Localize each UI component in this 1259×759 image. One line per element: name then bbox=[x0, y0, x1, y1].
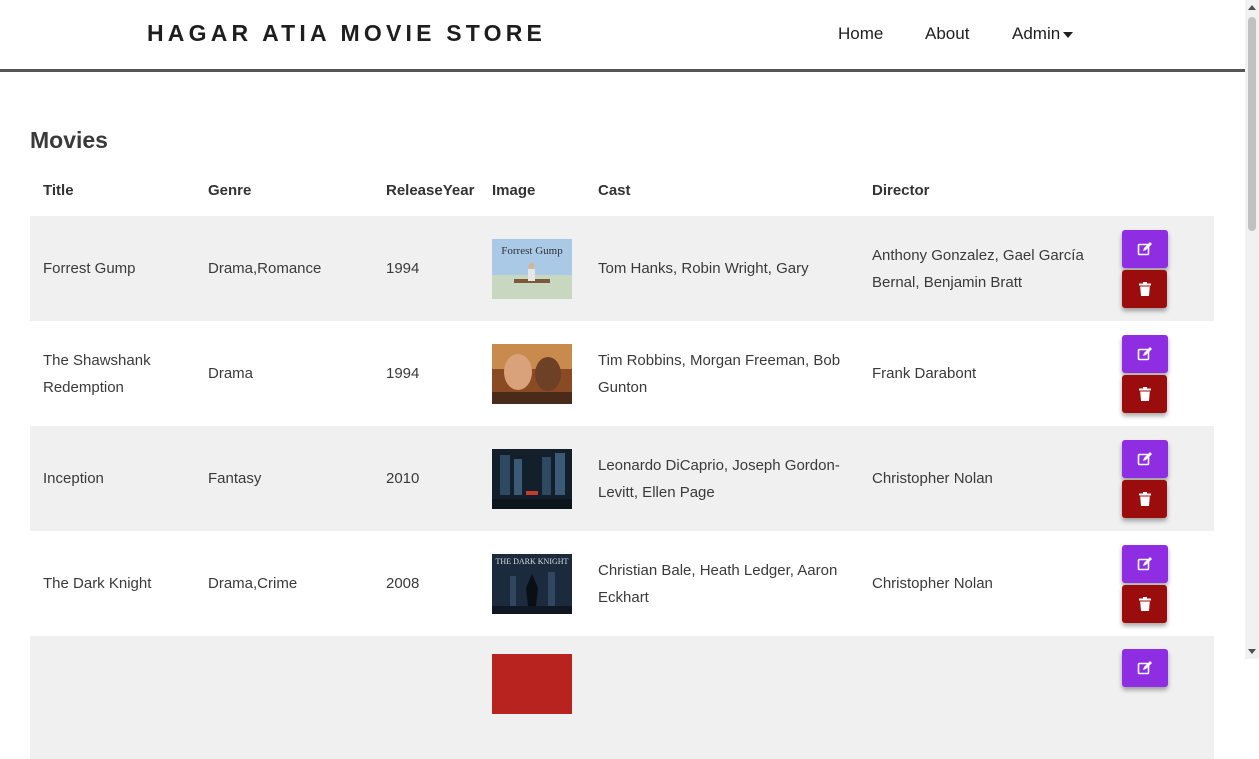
cell-title: Inception bbox=[30, 426, 195, 531]
edit-icon bbox=[1137, 241, 1152, 255]
cell-image bbox=[479, 426, 585, 531]
cell-title: The Dark Knight bbox=[43, 575, 152, 592]
table-row: Inception Fantasy 2010 Leonardo DiCaprio… bbox=[30, 426, 1214, 531]
navbar: HAGAR ATIA MOVIE STORE Home About Admin bbox=[0, 0, 1245, 72]
table-header-row: Title Genre ReleaseYear Image Cast Direc… bbox=[30, 164, 1214, 216]
movie-poster: THE DARK KNIGHT bbox=[492, 553, 572, 614]
scroll-up-arrow-icon[interactable] bbox=[1248, 5, 1256, 10]
edit-button[interactable] bbox=[1122, 439, 1168, 478]
table-row: Forrest Gump Drama,Romance 1994 Forrest … bbox=[30, 216, 1214, 321]
cell-cast bbox=[585, 636, 859, 759]
cell-title: The Shawshank Redemption bbox=[43, 351, 151, 396]
header-director: Director bbox=[872, 181, 930, 199]
trash-icon bbox=[1138, 281, 1151, 296]
cell-genre: Fantasy bbox=[195, 426, 373, 531]
movies-table: Title Genre ReleaseYear Image Cast Direc… bbox=[30, 164, 1214, 759]
movie-poster bbox=[492, 654, 572, 714]
cell-actions bbox=[1109, 531, 1214, 636]
scroll-down-arrow-icon[interactable] bbox=[1248, 649, 1256, 654]
trash-icon bbox=[1138, 596, 1151, 611]
edit-icon bbox=[1137, 451, 1152, 465]
edit-icon bbox=[1137, 661, 1152, 675]
nav-about-link[interactable]: About bbox=[925, 24, 969, 44]
cell-cast: Tom Hanks, Robin Wright, Gary bbox=[585, 216, 859, 321]
nav-home-link[interactable]: Home bbox=[838, 24, 883, 44]
cell-director: Christopher Nolan bbox=[872, 575, 993, 592]
cell-actions bbox=[1109, 216, 1214, 321]
nav-admin-label: Admin bbox=[1012, 24, 1061, 43]
cell-actions bbox=[1109, 321, 1214, 426]
cell-genre bbox=[195, 636, 373, 759]
poster-title-text: Forrest Gump bbox=[501, 245, 563, 257]
vertical-scrollbar[interactable] bbox=[1245, 0, 1259, 659]
cell-year bbox=[373, 636, 479, 759]
cell-image: THE DARK KNIGHT bbox=[479, 531, 585, 636]
delete-button[interactable] bbox=[1122, 374, 1167, 413]
edit-button[interactable] bbox=[1122, 649, 1168, 687]
cell-actions bbox=[1109, 636, 1214, 759]
cell-director bbox=[859, 636, 1109, 759]
cell-director: Christopher Nolan bbox=[859, 426, 1109, 531]
movie-poster bbox=[492, 343, 572, 404]
cell-director: Frank Darabont bbox=[872, 365, 977, 382]
header-image: Image bbox=[492, 181, 536, 199]
poster-title-text: THE DARK KNIGHT bbox=[496, 557, 569, 566]
header-cast: Cast bbox=[598, 181, 631, 199]
cell-image bbox=[479, 636, 585, 759]
header-actions bbox=[1109, 164, 1214, 216]
header-genre: Genre bbox=[208, 181, 252, 199]
cell-cast: Leonardo DiCaprio, Joseph Gordon-Levitt,… bbox=[585, 426, 859, 531]
cell-year: 1994 bbox=[386, 365, 420, 382]
trash-icon bbox=[1138, 491, 1151, 506]
movie-poster bbox=[492, 448, 572, 509]
table-row bbox=[30, 636, 1214, 759]
movie-poster: Forrest Gump bbox=[492, 238, 572, 299]
cell-year: 2008 bbox=[386, 575, 420, 592]
delete-button[interactable] bbox=[1122, 479, 1167, 518]
delete-button[interactable] bbox=[1122, 269, 1167, 308]
edit-icon bbox=[1137, 346, 1152, 360]
scroll-thumb[interactable] bbox=[1248, 17, 1256, 231]
brand-logo[interactable]: HAGAR ATIA MOVIE STORE bbox=[147, 20, 546, 47]
table-row: The Shawshank Redemption Drama 1994 Tim … bbox=[30, 321, 1214, 426]
cell-genre: Drama,Romance bbox=[195, 216, 373, 321]
cell-cast: Tim Robbins, Morgan Freeman, Bob Gunton bbox=[598, 351, 841, 396]
cell-genre: Drama,Crime bbox=[208, 575, 298, 592]
cell-year: 1994 bbox=[373, 216, 479, 321]
edit-button[interactable] bbox=[1122, 544, 1168, 583]
header-release-year: ReleaseYear bbox=[386, 181, 475, 199]
header-title: Title bbox=[43, 181, 74, 199]
cell-image bbox=[479, 321, 585, 426]
trash-icon bbox=[1138, 386, 1151, 401]
edit-button[interactable] bbox=[1122, 334, 1168, 373]
cell-director: Anthony Gonzalez, Gael García Bernal, Be… bbox=[859, 216, 1109, 321]
cell-title: Forrest Gump bbox=[30, 216, 195, 321]
table-row: The Dark Knight Drama,Crime 2008 THE DAR… bbox=[30, 531, 1214, 636]
edit-icon bbox=[1137, 556, 1152, 570]
caret-down-icon bbox=[1063, 31, 1074, 38]
cell-year: 2010 bbox=[373, 426, 479, 531]
cell-cast: Christian Bale, Heath Ledger, Aaron Eckh… bbox=[598, 561, 838, 606]
edit-button[interactable] bbox=[1122, 229, 1168, 268]
nav-admin-dropdown[interactable]: Admin bbox=[1012, 24, 1074, 44]
cell-genre: Drama bbox=[208, 365, 254, 382]
page-title: Movies bbox=[30, 127, 108, 153]
cell-actions bbox=[1109, 426, 1214, 531]
cell-image: Forrest Gump bbox=[479, 216, 585, 321]
cell-title bbox=[30, 636, 195, 759]
delete-button[interactable] bbox=[1122, 584, 1167, 623]
